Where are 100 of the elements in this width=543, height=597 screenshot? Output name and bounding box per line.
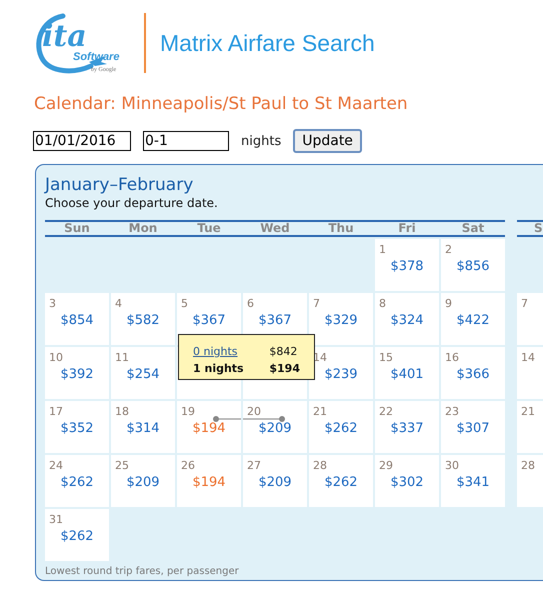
- weekday-header: Sat: [460, 222, 486, 235]
- calendar-day-cell[interactable]: 23 $307: [441, 401, 505, 453]
- weekday-header: Sun: [63, 222, 91, 235]
- nights-link[interactable]: 0 nights: [193, 345, 270, 362]
- day-number: 30: [445, 459, 459, 472]
- fare-price[interactable]: $366: [441, 367, 505, 382]
- calendar-day-cell[interactable]: 26 $194: [177, 455, 241, 507]
- day-number: 5: [181, 297, 188, 310]
- fare-price[interactable]: $341: [441, 475, 505, 490]
- fare-price[interactable]: $254: [111, 367, 175, 382]
- calendar-day-cell[interactable]: 14: [517, 347, 543, 399]
- fare-note: Lowest round trip fares, per passenger: [45, 566, 240, 577]
- fare-price[interactable]: $352: [45, 421, 109, 436]
- calendar-day-cell[interactable]: 1 $378: [375, 239, 439, 291]
- calendar-day-cell[interactable]: 28 $262: [309, 455, 373, 507]
- calendar-day-cell[interactable]: 18 $314: [111, 401, 175, 453]
- day-number: 25: [115, 459, 129, 472]
- nights-input[interactable]: 0-1: [143, 131, 229, 151]
- day-number: 27: [247, 459, 261, 472]
- fare-price[interactable]: $209: [111, 475, 175, 490]
- weekday-header: Fri: [397, 222, 417, 235]
- update-button[interactable]: Update: [293, 129, 362, 153]
- day-number: 15: [379, 351, 393, 364]
- fare-price[interactable]: $324: [375, 313, 439, 328]
- fare-price[interactable]: $262: [45, 529, 109, 544]
- app-title: Matrix Airfare Search: [160, 30, 375, 56]
- day-number: 7: [521, 297, 528, 310]
- calendar-day-cell[interactable]: 2 $856: [441, 239, 505, 291]
- calendar-day-cell[interactable]: 31 $262: [45, 509, 109, 561]
- calendar-instructions: Choose your departure date.: [45, 196, 219, 210]
- calendar-day-cell[interactable]: 14 $239: [309, 347, 373, 399]
- fare-price[interactable]: $854: [45, 313, 109, 328]
- calendar-day-cell[interactable]: 15 $401: [375, 347, 439, 399]
- page-heading: Calendar: Minneapolis/St Paul to St Maarten: [34, 94, 409, 114]
- day-number: 7: [313, 297, 320, 310]
- fare-price[interactable]: $262: [309, 475, 373, 490]
- day-number: 19: [181, 405, 195, 418]
- fare-price[interactable]: $392: [45, 367, 109, 382]
- weekday-header: Mon: [128, 222, 158, 235]
- calendar-day-cell[interactable]: 21 $262: [309, 401, 373, 453]
- calendar-day-cell[interactable]: 8 $324: [375, 293, 439, 345]
- fare-price[interactable]: $582: [111, 313, 175, 328]
- calendar-day-cell[interactable]: 7: [517, 293, 543, 345]
- calendar-day-cell[interactable]: 7 $329: [309, 293, 373, 345]
- day-number: 10: [49, 351, 63, 364]
- fare-price[interactable]: $194: [177, 475, 241, 490]
- fare-price[interactable]: $367: [243, 313, 307, 328]
- fare-price[interactable]: $422: [441, 313, 505, 328]
- calendar-day-cell[interactable]: 3 $854: [45, 293, 109, 345]
- day-number: 23: [445, 405, 459, 418]
- fare-price[interactable]: $856: [441, 259, 505, 274]
- day-number: 11: [115, 351, 129, 364]
- weekday-header: Wed: [259, 222, 291, 235]
- fare-price[interactable]: $302: [375, 475, 439, 490]
- fare-price[interactable]: $329: [309, 313, 373, 328]
- calendar-day-cell[interactable]: 9 $422: [441, 293, 505, 345]
- fare-price[interactable]: $337: [375, 421, 439, 436]
- calendar-day-cell[interactable]: 30 $341: [441, 455, 505, 507]
- day-number: 28: [313, 459, 327, 472]
- fare-price[interactable]: $262: [45, 475, 109, 490]
- day-number: 4: [115, 297, 122, 310]
- calendar-day-cell[interactable]: 19 $194: [177, 401, 241, 453]
- fare-price[interactable]: $378: [375, 259, 439, 274]
- calendar-day-cell[interactable]: 21: [517, 401, 543, 453]
- calendar-day-cell[interactable]: 17 $352: [45, 401, 109, 453]
- fare-price[interactable]: $209: [243, 421, 307, 436]
- fare-price[interactable]: $307: [441, 421, 505, 436]
- fare-price[interactable]: $367: [177, 313, 241, 328]
- tooltip-price: $842: [269, 345, 298, 360]
- day-number: 6: [247, 297, 254, 310]
- calendar-day-cell[interactable]: 22 $337: [375, 401, 439, 453]
- calendar-day-cell[interactable]: 29 $302: [375, 455, 439, 507]
- calendar-day-cell[interactable]: 25 $209: [111, 455, 175, 507]
- calendar-day-cell[interactable]: 24 $262: [45, 455, 109, 507]
- day-number: 16: [445, 351, 459, 364]
- nights-option: 1 nights: [193, 362, 270, 379]
- calendar-day-cell[interactable]: 11 $254: [111, 347, 175, 399]
- calendar-day-cell[interactable]: 20 $209: [243, 401, 307, 453]
- calendar-day-cell[interactable]: 16 $366: [441, 347, 505, 399]
- fare-price[interactable]: $262: [309, 421, 373, 436]
- tooltip-price: $194: [269, 362, 300, 377]
- fare-price[interactable]: $314: [111, 421, 175, 436]
- date-input[interactable]: 01/01/2016: [33, 131, 131, 151]
- calendar-day-cell[interactable]: 10 $392: [45, 347, 109, 399]
- calendar-day-cell[interactable]: 4 $582: [111, 293, 175, 345]
- nights-label: nights: [241, 134, 282, 148]
- logo-software-text: Software: [73, 51, 120, 63]
- day-number: 20: [247, 405, 261, 418]
- day-number: 22: [379, 405, 393, 418]
- fare-price[interactable]: $401: [375, 367, 439, 382]
- calendar-day-cell[interactable]: 28: [517, 455, 543, 507]
- calendar-day-cell[interactable]: 27 $209: [243, 455, 307, 507]
- day-number: 17: [49, 405, 63, 418]
- fare-price[interactable]: $194: [177, 421, 241, 436]
- fare-price[interactable]: $209: [243, 475, 307, 490]
- day-number: 31: [49, 513, 63, 526]
- weekday-header: S: [517, 220, 543, 237]
- day-number: 26: [181, 459, 195, 472]
- day-number: 28: [521, 459, 535, 472]
- weekday-header: Tue: [196, 222, 222, 235]
